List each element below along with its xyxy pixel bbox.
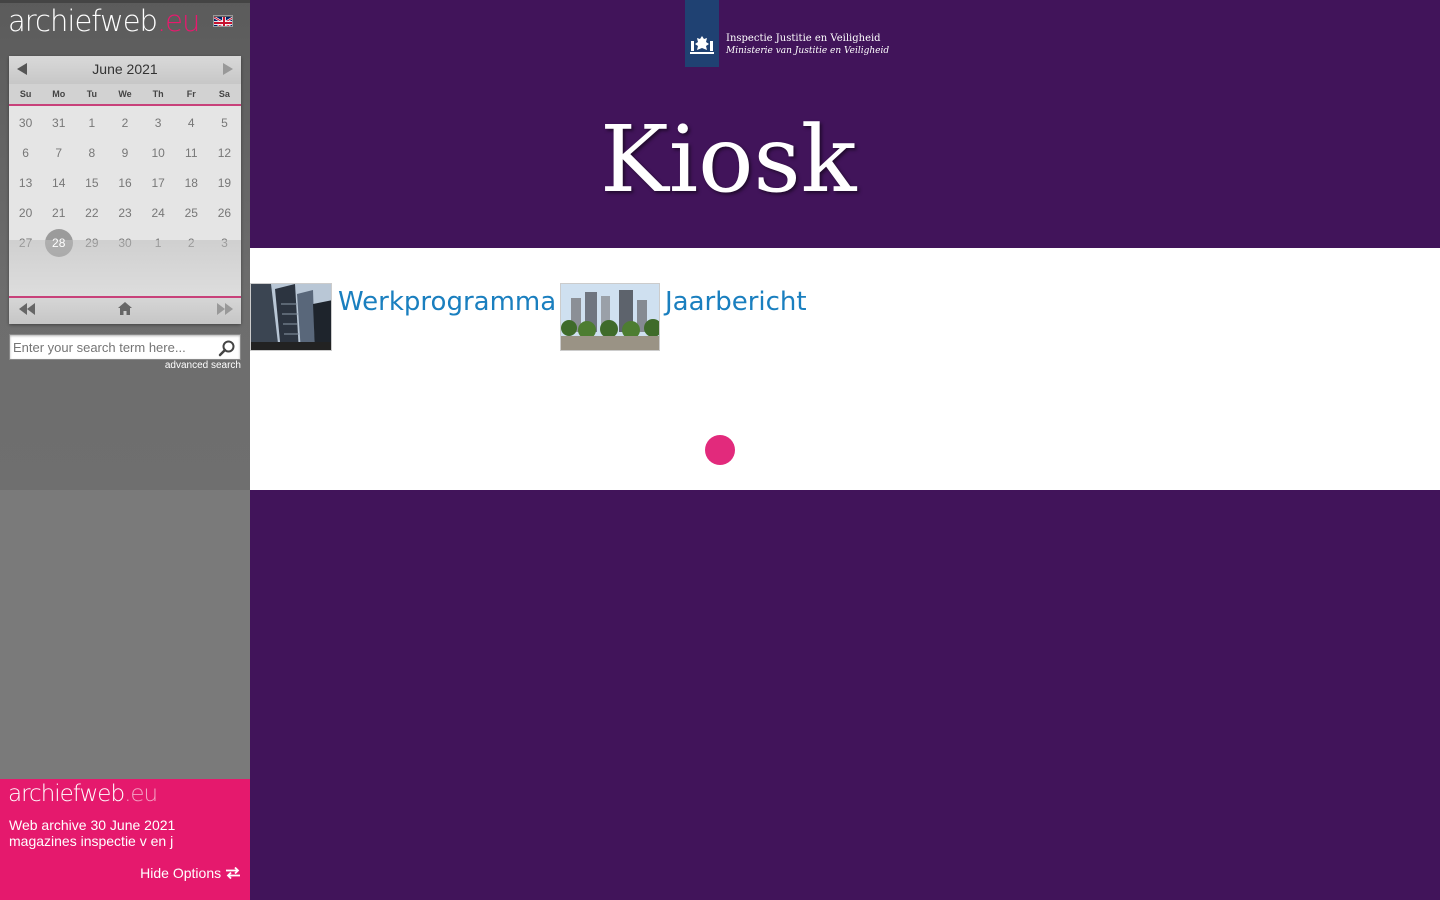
calendar-day[interactable]: 26 <box>208 198 241 228</box>
weekday-label: Th <box>152 89 164 99</box>
archived-page: Inspectie Justitie en Veiligheid Ministe… <box>250 0 1440 900</box>
rewind-icon[interactable] <box>19 302 35 318</box>
weekday-label: We <box>118 89 132 99</box>
calendar-month-title: June 2021 <box>92 61 158 77</box>
calendar-week-row: 20 21 22 23 24 25 26 <box>9 198 241 228</box>
werkprogramma-link[interactable]: Werkprogramma <box>338 287 556 317</box>
calendar-day[interactable]: 22 <box>75 198 108 228</box>
home-icon[interactable] <box>118 302 132 318</box>
calendar-day[interactable]: 15 <box>75 168 108 198</box>
hide-options-label: Hide Options <box>140 865 222 881</box>
calendar-day[interactable]: 16 <box>108 168 141 198</box>
magazine-item-werkprogramma[interactable]: Werkprogramma <box>250 283 556 351</box>
magazine-item-jaarbericht[interactable]: Jaarbericht <box>560 283 810 351</box>
swap-arrows-icon <box>225 865 241 881</box>
calendar-week-row: 13 14 15 16 17 18 19 <box>9 168 241 198</box>
uk-flag-icon[interactable] <box>213 15 233 27</box>
calendar-day[interactable]: 25 <box>175 198 208 228</box>
calendar-day[interactable]: 9 <box>108 138 141 168</box>
rijksoverheid-emblem-icon <box>685 0 719 67</box>
weekday-label: Sa <box>218 89 230 99</box>
calendar-day[interactable]: 14 <box>42 168 75 198</box>
calendar-day[interactable]: 23 <box>108 198 141 228</box>
jaarbericht-link[interactable]: Jaarbericht <box>665 287 807 317</box>
calendar-footer <box>9 296 241 324</box>
calendar-day[interactable]: 5 <box>208 108 241 138</box>
calendar-week-row: 6 7 8 9 10 11 12 <box>9 138 241 168</box>
sidebar: archiefweb.eu June 2021 Su Mo Tu We Th F… <box>0 0 250 900</box>
calendar-day[interactable]: 2 <box>108 108 141 138</box>
archive-site-line: magazines inspectie v en j <box>9 833 174 849</box>
search-icon[interactable] <box>218 339 236 357</box>
calendar-day[interactable]: 17 <box>142 168 175 198</box>
page-header: Inspectie Justitie en Veiligheid Ministe… <box>250 0 1440 248</box>
calendar-day[interactable]: 11 <box>175 138 208 168</box>
archive-description: Web archive 30 June 2021 magazines inspe… <box>9 817 175 849</box>
fast-forward-icon[interactable] <box>217 302 233 318</box>
jaarbericht-thumbnail[interactable] <box>560 283 660 351</box>
archive-info-panel: archiefweb.eu Web archive 30 June 2021 m… <box>0 779 250 900</box>
next-month-icon[interactable] <box>223 63 233 75</box>
promo-logo-tld: .eu <box>124 781 158 807</box>
ministry-name: Ministerie van Justitie en Veiligheid <box>726 46 890 56</box>
weekday-label: Su <box>19 89 32 99</box>
page-title: Kiosk <box>600 106 857 213</box>
calendar-day[interactable]: 4 <box>175 108 208 138</box>
calendar-day[interactable]: 10 <box>142 138 175 168</box>
archive-date-line: Web archive 30 June 2021 <box>9 817 176 833</box>
calendar-day[interactable]: 8 <box>75 138 108 168</box>
calendar-week-row: 30 31 1 2 3 4 5 <box>9 108 241 138</box>
archiefweb-logo[interactable]: archiefweb.eu <box>8 4 200 38</box>
promo-logo-name: archiefweb <box>8 781 125 807</box>
loading-spinner <box>705 435 735 465</box>
hide-options-button[interactable]: Hide Options <box>140 865 241 881</box>
logo-name: archiefweb <box>8 4 158 38</box>
calendar-day[interactable]: 31 <box>42 108 75 138</box>
calendar-day[interactable]: 1 <box>75 108 108 138</box>
calendar-day-grid: 30 31 1 2 3 4 5 6 7 8 9 10 11 12 13 14 1… <box>9 108 241 258</box>
archive-calendar: June 2021 Su Mo Tu We Th Fr Sa 30 31 1 2… <box>9 56 241 324</box>
weekday-label: Tu <box>86 89 98 99</box>
weekday-label: Mo <box>52 89 66 99</box>
magazine-list: Werkprogramma Jaarbericht <box>250 248 1440 490</box>
calendar-day[interactable]: 12 <box>208 138 241 168</box>
inspectorate-name: Inspectie Justitie en Veiligheid <box>726 33 881 44</box>
calendar-day[interactable]: 7 <box>42 138 75 168</box>
calendar-header: June 2021 <box>9 56 241 84</box>
search-box <box>9 334 241 360</box>
search-input[interactable] <box>13 338 213 356</box>
calendar-empty-row <box>9 240 241 296</box>
calendar-day[interactable]: 21 <box>42 198 75 228</box>
calendar-day[interactable]: 30 <box>9 108 42 138</box>
weekday-label: Fr <box>186 89 196 99</box>
calendar-day[interactable]: 3 <box>142 108 175 138</box>
selected-day-label: 28 <box>52 236 66 250</box>
archiefweb-promo-logo[interactable]: archiefweb.eu <box>8 781 158 807</box>
advanced-search-link[interactable]: advanced search <box>165 360 241 371</box>
calendar-day[interactable]: 24 <box>142 198 175 228</box>
werkprogramma-thumbnail[interactable] <box>250 283 332 351</box>
sidebar-top-panel: archiefweb.eu June 2021 Su Mo Tu We Th F… <box>0 0 250 490</box>
calendar-day[interactable]: 13 <box>9 168 42 198</box>
calendar-day[interactable]: 20 <box>9 198 42 228</box>
calendar-weekday-row: Su Mo Tu We Th Fr Sa <box>9 84 241 106</box>
calendar-day[interactable]: 18 <box>175 168 208 198</box>
logo-tld: .eu <box>156 4 200 38</box>
calendar-day[interactable]: 19 <box>208 168 241 198</box>
calendar-day[interactable]: 6 <box>9 138 42 168</box>
